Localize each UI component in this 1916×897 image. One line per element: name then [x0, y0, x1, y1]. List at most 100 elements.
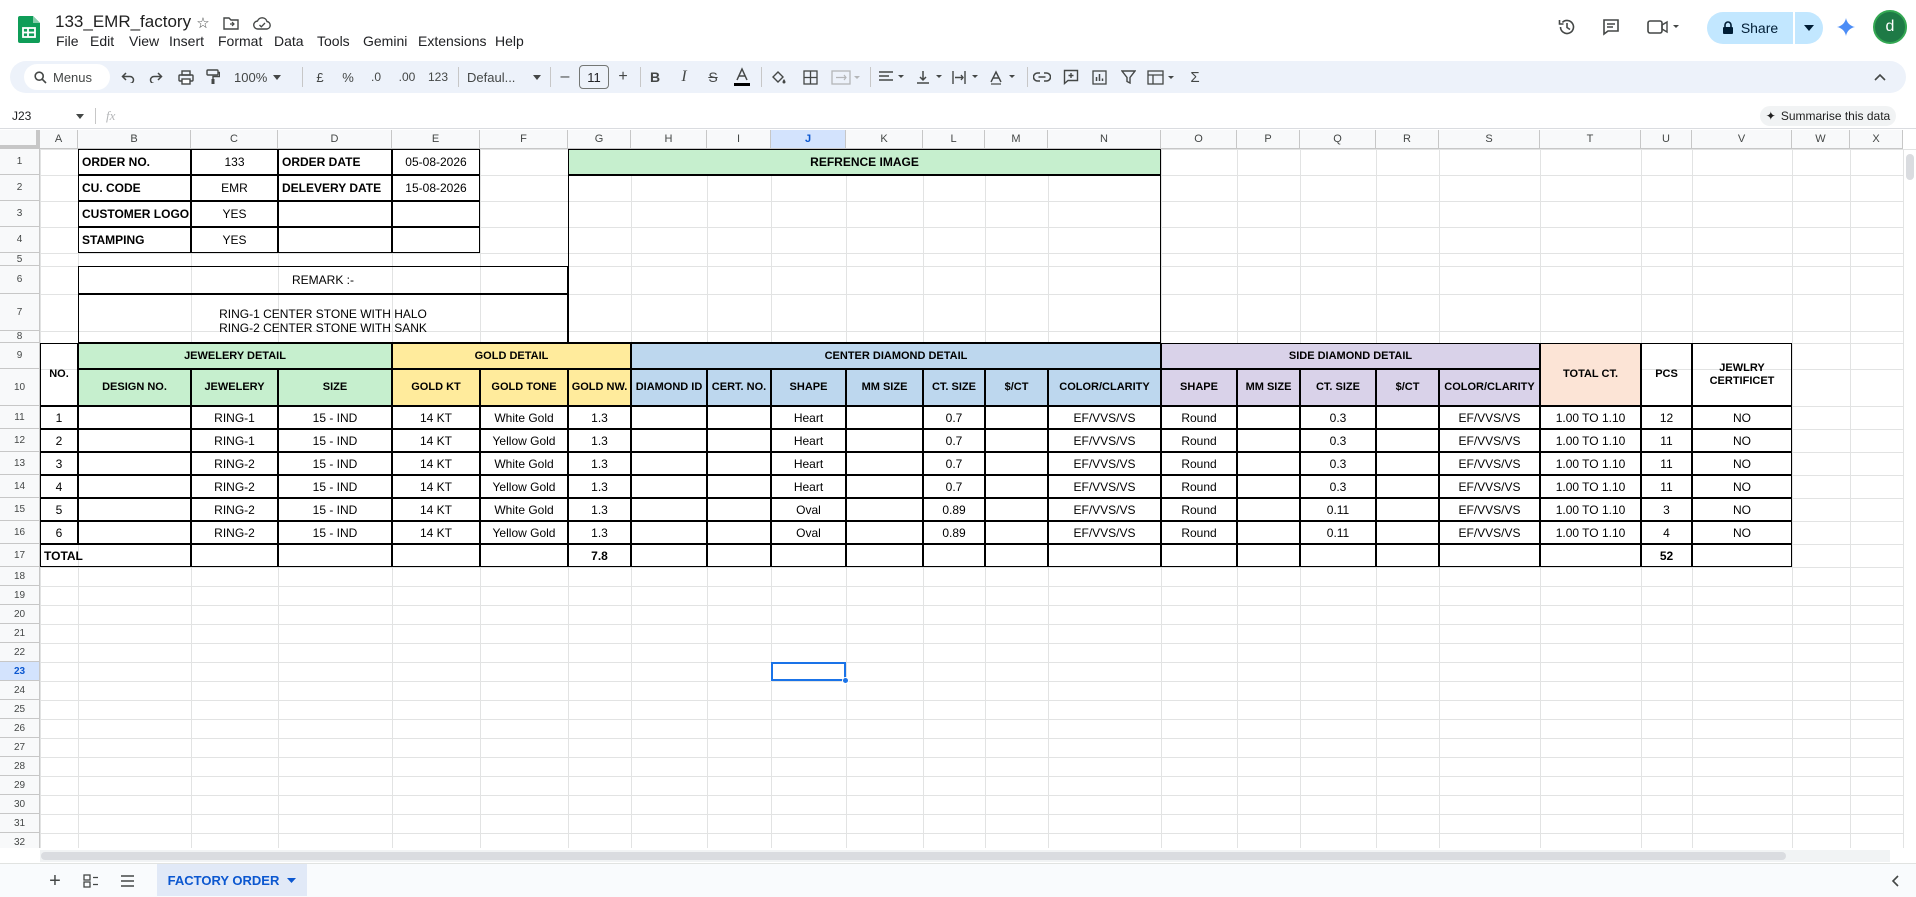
insert-comment-icon[interactable]	[1061, 67, 1081, 87]
table-cell[interactable]: 0.3	[1300, 406, 1376, 429]
horizontal-scrollbar-thumb[interactable]	[41, 852, 1786, 860]
menu-insert[interactable]: Insert	[169, 33, 204, 49]
table-cell[interactable]: 4	[1641, 521, 1692, 544]
table-cell[interactable]: 0.3	[1300, 429, 1376, 452]
table-cell[interactable]: EF/VVS/VS	[1048, 429, 1161, 452]
all-sheets-icon[interactable]	[80, 870, 102, 892]
menu-file[interactable]: File	[56, 33, 79, 49]
table-cell[interactable]: NO	[1692, 498, 1792, 521]
table-cell[interactable]: 0.89	[923, 521, 985, 544]
header-center-mm-size[interactable]: MM SIZE	[846, 369, 923, 406]
header-cert-no[interactable]: CERT. NO.	[707, 369, 771, 406]
table-cell[interactable]	[985, 475, 1048, 498]
table-cell[interactable]	[707, 406, 771, 429]
row-header-15[interactable]: 15	[0, 498, 40, 521]
row-header-30[interactable]: 30	[0, 795, 40, 814]
table-cell[interactable]: White Gold	[480, 406, 568, 429]
share-dropdown[interactable]	[1795, 12, 1823, 44]
cloud-saved-icon[interactable]	[251, 13, 273, 33]
table-cell[interactable]: RING-2	[191, 475, 278, 498]
delivery-date-label[interactable]: DELEVERY DATE	[278, 175, 392, 201]
cu-code-value[interactable]: EMR	[191, 175, 278, 201]
row-header-3[interactable]: 3	[0, 201, 40, 227]
table-cell[interactable]: 15 - IND	[278, 406, 392, 429]
group-jewelery-detail[interactable]: JEWELERY DETAIL	[78, 343, 392, 369]
header-no[interactable]: NO.	[40, 343, 78, 406]
menus-search[interactable]: Menus	[24, 64, 110, 90]
table-cell[interactable]	[1237, 498, 1300, 521]
table-cell[interactable]: EF/VVS/VS	[1439, 452, 1540, 475]
column-header-n[interactable]: N	[1048, 130, 1161, 149]
table-cell[interactable]: 14 KT	[392, 452, 480, 475]
row-header-23[interactable]: 23	[0, 662, 40, 681]
star-icon[interactable]: ☆	[193, 13, 213, 33]
decrease-font-size-button[interactable]: –	[555, 67, 575, 87]
remark-label[interactable]: REMARK :-	[78, 266, 568, 294]
reference-image-area[interactable]	[568, 175, 1161, 343]
header-total-ct[interactable]: TOTAL CT.	[1540, 343, 1641, 406]
table-cell[interactable]: 0.89	[923, 498, 985, 521]
sheets-logo[interactable]	[14, 14, 44, 44]
name-box[interactable]: J23	[8, 105, 88, 127]
table-cell[interactable]	[1540, 544, 1641, 567]
table-cell[interactable]: EF/VVS/VS	[1048, 475, 1161, 498]
total-gold-nw[interactable]: 7.8	[568, 544, 631, 567]
table-cell[interactable]: Yellow Gold	[480, 475, 568, 498]
table-cell[interactable]	[707, 429, 771, 452]
customer-logo-value[interactable]: YES	[191, 201, 278, 227]
table-cell[interactable]: 15 - IND	[278, 429, 392, 452]
column-header-u[interactable]: U	[1641, 130, 1692, 149]
menu-extensions[interactable]: Extensions	[418, 33, 486, 49]
table-cell[interactable]	[1237, 406, 1300, 429]
table-cell[interactable]: 1.00 TO 1.10	[1540, 406, 1641, 429]
table-cell[interactable]	[631, 498, 707, 521]
table-cell[interactable]: 0.7	[923, 452, 985, 475]
table-cell[interactable]: RING-1	[191, 406, 278, 429]
row-header-29[interactable]: 29	[0, 776, 40, 795]
table-cell[interactable]: Round	[1161, 429, 1237, 452]
table-cell[interactable]	[846, 544, 923, 567]
column-header-x[interactable]: X	[1850, 130, 1903, 149]
customer-logo-label[interactable]: CUSTOMER LOGO	[78, 201, 191, 227]
column-header-t[interactable]: T	[1540, 130, 1641, 149]
remark-text[interactable]: RING-1 CENTER STONE WITH HALO RING-2 CEN…	[78, 294, 568, 343]
table-cell[interactable]	[1376, 544, 1439, 567]
table-cell[interactable]	[1376, 429, 1439, 452]
table-cell[interactable]	[846, 429, 923, 452]
table-cell[interactable]	[707, 475, 771, 498]
text-rotation-icon[interactable]	[987, 67, 1019, 87]
table-cell[interactable]: 14 KT	[392, 429, 480, 452]
gemini-icon[interactable]	[1834, 15, 1858, 39]
table-cell[interactable]: 0.3	[1300, 452, 1376, 475]
row-header-18[interactable]: 18	[0, 567, 40, 586]
order-date-value[interactable]: 05-08-2026	[392, 149, 480, 175]
table-cell[interactable]: 14 KT	[392, 475, 480, 498]
menu-help[interactable]: Help	[495, 33, 524, 49]
column-header-f[interactable]: F	[480, 130, 568, 149]
table-cell[interactable]: EF/VVS/VS	[1439, 498, 1540, 521]
table-cell[interactable]: Round	[1161, 452, 1237, 475]
table-cell[interactable]: Round	[1161, 475, 1237, 498]
table-cell[interactable]: Oval	[771, 498, 846, 521]
column-header-l[interactable]: L	[923, 130, 985, 149]
table-cell[interactable]	[985, 406, 1048, 429]
share-button[interactable]: Share	[1707, 12, 1793, 44]
paint-format-icon[interactable]	[203, 67, 223, 87]
table-cell[interactable]	[707, 498, 771, 521]
table-cell[interactable]: NO	[1692, 475, 1792, 498]
header-gold-tone[interactable]: GOLD TONE	[480, 369, 568, 406]
row-header-22[interactable]: 22	[0, 643, 40, 662]
collapse-toolbar-icon[interactable]	[1870, 67, 1890, 87]
table-cell[interactable]	[846, 498, 923, 521]
table-cell[interactable]: 1.3	[568, 429, 631, 452]
active-cell[interactable]	[771, 662, 846, 681]
filter-icon[interactable]	[1118, 67, 1138, 87]
table-cell[interactable]	[631, 406, 707, 429]
table-cell[interactable]: 1.00 TO 1.10	[1540, 429, 1641, 452]
table-cell[interactable]	[771, 544, 846, 567]
menu-gemini[interactable]: Gemini	[363, 33, 407, 49]
table-cell[interactable]: 1	[40, 406, 78, 429]
table-cell[interactable]	[985, 452, 1048, 475]
row-header-10[interactable]: 10	[0, 369, 40, 406]
table-cell[interactable]: Heart	[771, 475, 846, 498]
